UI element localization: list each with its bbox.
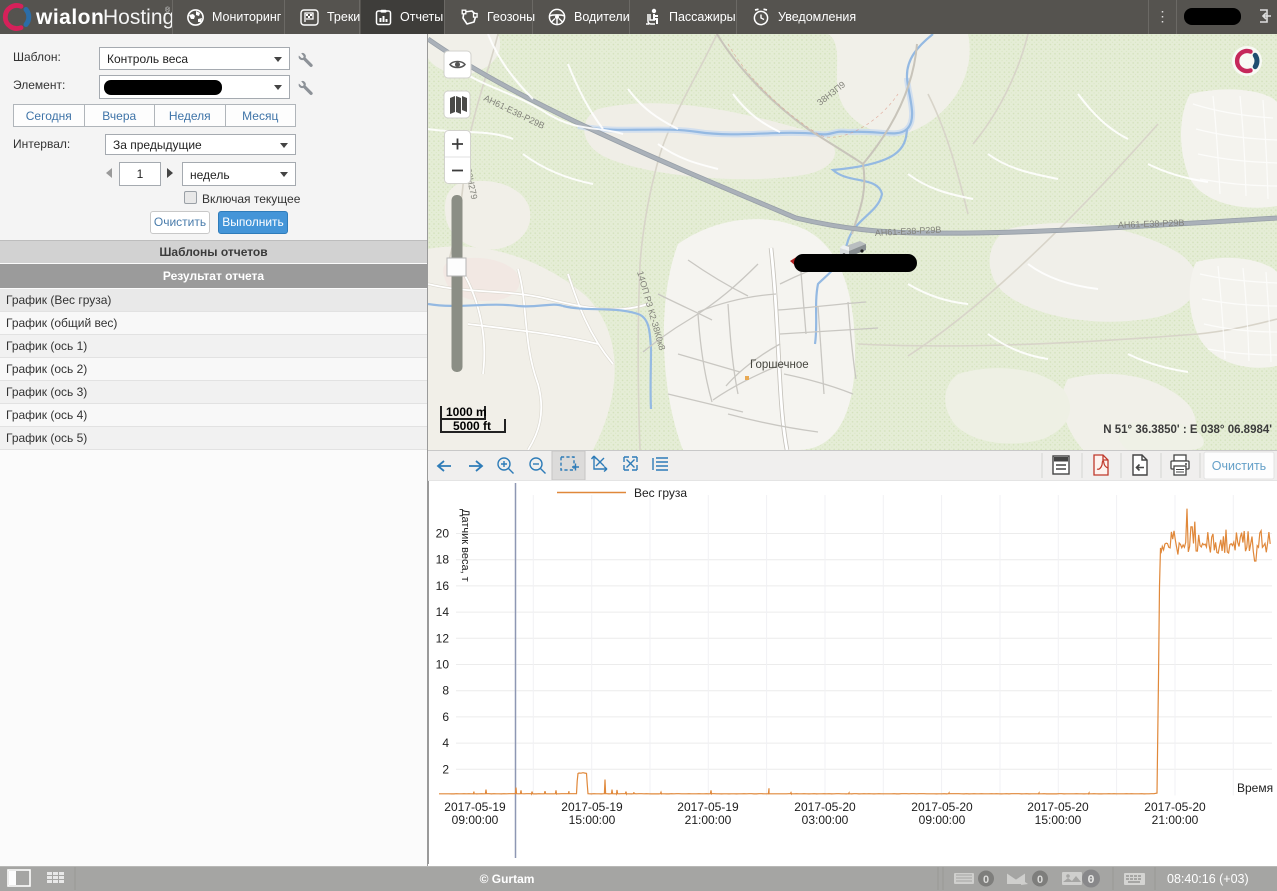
svg-text:16: 16 bbox=[436, 579, 450, 593]
svg-text:© Gurtam: © Gurtam bbox=[480, 872, 535, 886]
svg-text:18: 18 bbox=[436, 553, 450, 567]
svg-text:2017-05-20: 2017-05-20 bbox=[794, 800, 856, 814]
svg-text:15:00:00: 15:00:00 bbox=[1035, 813, 1082, 827]
svg-text:09:00:00: 09:00:00 bbox=[919, 813, 966, 827]
svg-text:N 51° 36.3850' : E 038° 06.898: N 51° 36.3850' : E 038° 06.8984' bbox=[1103, 424, 1272, 436]
svg-text:wialon: wialon bbox=[35, 6, 104, 29]
svg-text:8: 8 bbox=[442, 684, 449, 698]
svg-text:Горшечное: Горшечное bbox=[750, 359, 809, 371]
svg-text:Вес груза: Вес груза bbox=[634, 486, 687, 500]
svg-text:0: 0 bbox=[983, 874, 989, 886]
svg-text:Время: Время bbox=[1237, 781, 1273, 795]
svg-text:20: 20 bbox=[436, 527, 450, 541]
svg-text:Hosting: Hosting bbox=[103, 6, 172, 29]
svg-text:2017-05-19: 2017-05-19 bbox=[444, 800, 506, 814]
svg-text:4: 4 bbox=[442, 736, 449, 750]
svg-text:09:00:00: 09:00:00 bbox=[452, 813, 499, 827]
svg-text:21:00:00: 21:00:00 bbox=[1152, 813, 1199, 827]
svg-text:1000 m: 1000 m bbox=[446, 405, 487, 419]
svg-text:Очистить: Очистить bbox=[1212, 459, 1266, 473]
svg-text:0: 0 bbox=[1087, 873, 1094, 887]
svg-text:2017-05-19: 2017-05-19 bbox=[561, 800, 623, 814]
svg-text:15:00:00: 15:00:00 bbox=[569, 813, 616, 827]
svg-text:08:40:16 (+03): 08:40:16 (+03) bbox=[1167, 872, 1249, 886]
svg-text:6: 6 bbox=[442, 710, 449, 724]
svg-text:10: 10 bbox=[436, 658, 450, 672]
svg-text:2017-05-20: 2017-05-20 bbox=[911, 800, 973, 814]
svg-text:®: ® bbox=[165, 6, 171, 14]
svg-text:21:00:00: 21:00:00 bbox=[685, 813, 732, 827]
svg-text:03:00:00: 03:00:00 bbox=[802, 813, 849, 827]
svg-text:14: 14 bbox=[436, 605, 450, 619]
svg-text:0: 0 bbox=[1037, 874, 1043, 886]
svg-text:12: 12 bbox=[436, 631, 450, 645]
svg-text:5000 ft: 5000 ft bbox=[453, 419, 491, 433]
svg-text:Датчик веса, т: Датчик веса, т bbox=[459, 509, 471, 582]
svg-text:2017-05-20: 2017-05-20 bbox=[1027, 800, 1089, 814]
svg-text:2017-05-19: 2017-05-19 bbox=[677, 800, 739, 814]
svg-text:2: 2 bbox=[442, 762, 449, 776]
svg-text:2017-05-20: 2017-05-20 bbox=[1144, 800, 1206, 814]
